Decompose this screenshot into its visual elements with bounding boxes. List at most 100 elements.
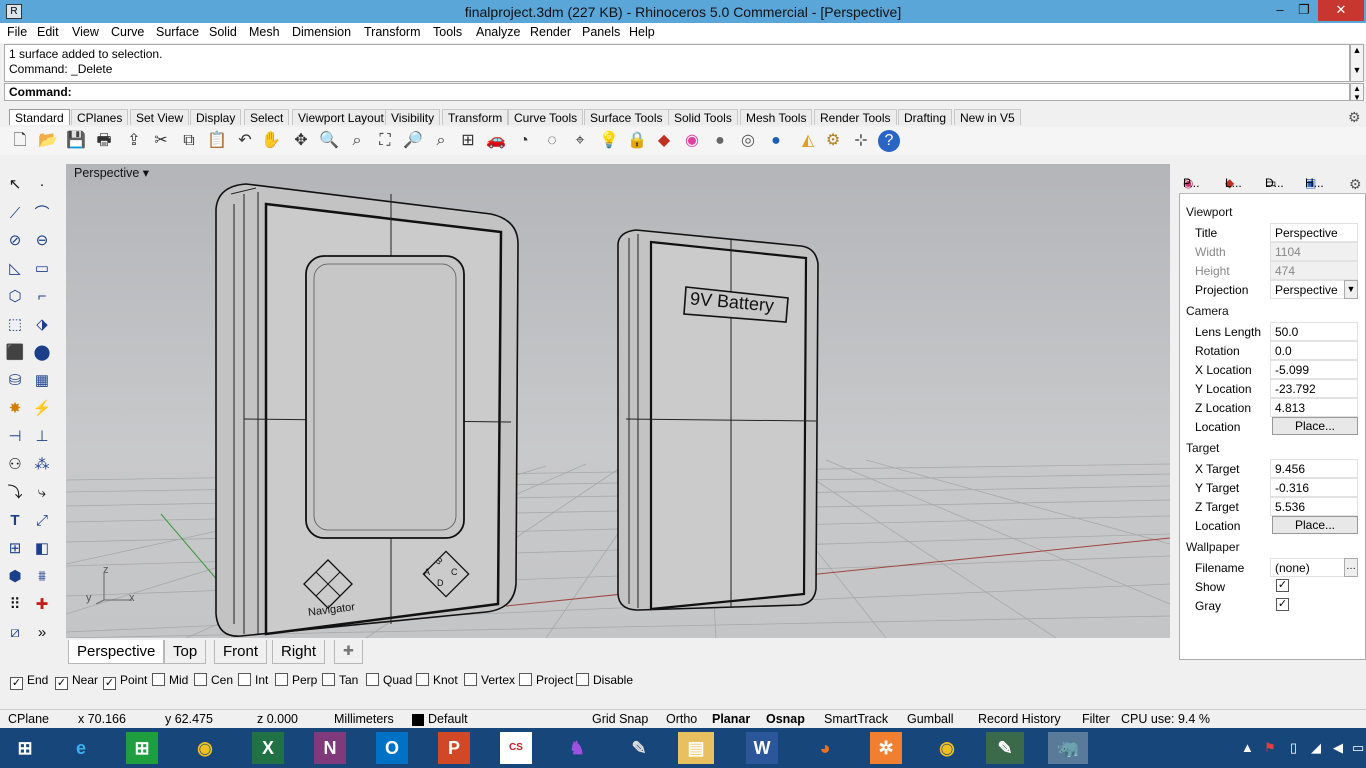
camera-place-button[interactable]: Place... xyxy=(1272,417,1358,435)
arc-icon[interactable]: ◺ xyxy=(3,257,27,281)
menu-view[interactable]: View xyxy=(72,25,99,39)
osnap-end[interactable]: ✓ End xyxy=(10,673,48,690)
box-icon[interactable]: ⬛ xyxy=(3,341,27,365)
chrome-icon[interactable]: ◉ xyxy=(186,732,224,764)
gear-icon[interactable]: ⚙ xyxy=(1348,109,1361,126)
sun-icon[interactable]: ◭ xyxy=(797,130,819,152)
record-history-toggle[interactable]: Record History xyxy=(978,712,1061,726)
mesh-icon[interactable]: ▦ xyxy=(30,369,54,393)
osnap-checkbox[interactable]: ✓ xyxy=(10,677,23,690)
menu-file[interactable]: File xyxy=(7,25,27,39)
settings-icon[interactable]: ⚙ xyxy=(822,130,844,152)
menu-edit[interactable]: Edit xyxy=(37,25,59,39)
lock-icon[interactable]: 🔒 xyxy=(626,130,648,152)
tab-mesh-tools[interactable]: Mesh Tools xyxy=(740,109,813,125)
text-icon[interactable]: T xyxy=(3,509,27,533)
osnap-checkbox[interactable] xyxy=(464,673,477,686)
gumball-toggle[interactable]: Gumball xyxy=(907,712,954,726)
import-icon[interactable]: ⇪ xyxy=(123,130,145,152)
pan-icon[interactable]: ✋ xyxy=(260,130,282,152)
trim-icon[interactable]: ⊣ xyxy=(3,425,27,449)
osnap-toggle[interactable]: Osnap xyxy=(766,712,805,726)
menu-analyze[interactable]: Analyze xyxy=(476,25,520,39)
grid-snap-toggle[interactable]: Grid Snap xyxy=(592,712,648,726)
add-viewport-icon[interactable]: ✚ xyxy=(334,640,363,664)
rotation-field[interactable]: 0.0 xyxy=(1270,341,1358,360)
lens-length-field[interactable]: 50.0 xyxy=(1270,322,1358,341)
tab-drafting[interactable]: Drafting xyxy=(898,109,953,125)
show-checkbox[interactable]: ✓ xyxy=(1276,579,1289,592)
explorer-icon[interactable]: ▤ xyxy=(678,732,714,764)
color-wheel-icon[interactable]: ◉ xyxy=(681,130,703,152)
tab-solid-tools[interactable]: Solid Tools xyxy=(668,109,738,125)
group-icon[interactable]: ⚇ xyxy=(3,453,27,477)
excel-icon[interactable]: X xyxy=(252,732,284,764)
perspective-viewport[interactable]: Perspective ▾ Navigator 9V Battery B A C… xyxy=(66,164,1170,638)
cs-eagle-icon[interactable]: CS xyxy=(500,732,532,764)
units-label[interactable]: Millimeters xyxy=(334,712,394,726)
fillet-curve-icon[interactable]: ⌐ xyxy=(30,285,54,309)
minimize-button[interactable]: – xyxy=(1266,0,1294,21)
new-icon[interactable]: 🗋 xyxy=(9,130,31,152)
render-icon[interactable]: ◎ xyxy=(737,130,759,152)
tab-top[interactable]: Top xyxy=(164,640,207,664)
viewport-title[interactable]: Perspective ▾ xyxy=(70,164,154,182)
z-location-field[interactable]: 4.813 xyxy=(1270,398,1358,417)
ghosted-icon[interactable]: ◌ xyxy=(541,130,563,152)
volume-icon[interactable]: ◀ xyxy=(1333,740,1343,756)
osnap-checkbox[interactable] xyxy=(275,673,288,686)
osnap-checkbox[interactable] xyxy=(322,673,335,686)
osnap-checkbox[interactable] xyxy=(194,673,207,686)
menu-dimension[interactable]: Dimension xyxy=(292,25,351,39)
circle-icon[interactable]: ⊘ xyxy=(3,229,27,253)
tray-chevron-icon[interactable]: ▲ xyxy=(1241,740,1254,755)
battery-icon[interactable]: ▯ xyxy=(1290,740,1297,756)
osnap-checkbox[interactable] xyxy=(416,673,429,686)
fillet-icon[interactable]: ⤵ xyxy=(3,481,27,505)
osnap-point[interactable]: ✓ Point xyxy=(103,673,147,690)
surface-icon[interactable]: ⬚ xyxy=(3,313,27,337)
tab-viewport-layout[interactable]: Viewport Layout xyxy=(292,109,390,125)
osnap-checkbox[interactable] xyxy=(366,673,379,686)
split-icon[interactable]: ⊥ xyxy=(30,425,54,449)
tab-render-tools[interactable]: Render Tools xyxy=(814,109,897,125)
x-target-field[interactable]: 9.456 xyxy=(1270,459,1358,478)
ellipse-icon[interactable]: ⊖ xyxy=(30,229,54,253)
menu-surface[interactable]: Surface xyxy=(156,25,199,39)
menu-curve[interactable]: Curve xyxy=(111,25,144,39)
tab-standard[interactable]: Standard xyxy=(9,109,70,125)
polyline-icon[interactable]: ⟋ xyxy=(3,202,27,226)
smarttrack-toggle[interactable]: SmartTrack xyxy=(824,712,888,726)
windows-start-icon[interactable]: ⊞ xyxy=(6,732,44,764)
snap-icon[interactable]: ⌖ xyxy=(569,130,591,152)
rotate-icon[interactable]: ✥ xyxy=(290,130,312,152)
menu-mesh[interactable]: Mesh xyxy=(249,25,280,39)
osnap-mid[interactable]: Mid xyxy=(152,673,188,687)
rendered-sphere-icon[interactable]: ● xyxy=(709,130,731,152)
notepad-icon[interactable]: ✎ xyxy=(986,732,1024,764)
cut-icon[interactable]: ✂ xyxy=(150,130,172,152)
open-icon[interactable]: 📂 xyxy=(37,130,59,152)
chrome2-icon[interactable]: ◉ xyxy=(928,732,966,764)
four-viewports-icon[interactable]: ⊞ xyxy=(457,130,479,152)
menu-render[interactable]: Render xyxy=(530,25,571,39)
tab-new-in-v5[interactable]: New in V5 xyxy=(954,109,1021,125)
app-orange-icon[interactable]: ✲ xyxy=(870,732,902,764)
osnap-checkbox[interactable]: ✓ xyxy=(103,677,116,690)
rectangle-icon[interactable]: ▭ xyxy=(30,257,54,281)
tab-select[interactable]: Select xyxy=(244,109,290,125)
outlook-icon[interactable]: O xyxy=(376,732,408,764)
close-button[interactable]: ✕ xyxy=(1318,0,1364,21)
tab-surface-tools[interactable]: Surface Tools xyxy=(584,109,669,125)
osnap-near[interactable]: ✓ Near xyxy=(55,673,98,690)
osnap-checkbox[interactable] xyxy=(152,673,165,686)
viewport-menu-icon[interactable]: ▾ xyxy=(143,166,149,180)
tab-curve-tools[interactable]: Curve Tools xyxy=(508,109,584,125)
osnap-checkbox[interactable] xyxy=(519,673,532,686)
tab-perspective[interactable]: Perspective xyxy=(68,640,165,664)
zoom-dynamic-icon[interactable]: ⌕ xyxy=(430,130,452,152)
osnap-tan[interactable]: Tan xyxy=(322,673,358,687)
network-icon[interactable]: ⚑ xyxy=(1264,740,1276,756)
menu-transform[interactable]: Transform xyxy=(364,25,421,39)
tab-right[interactable]: Right xyxy=(272,640,326,664)
